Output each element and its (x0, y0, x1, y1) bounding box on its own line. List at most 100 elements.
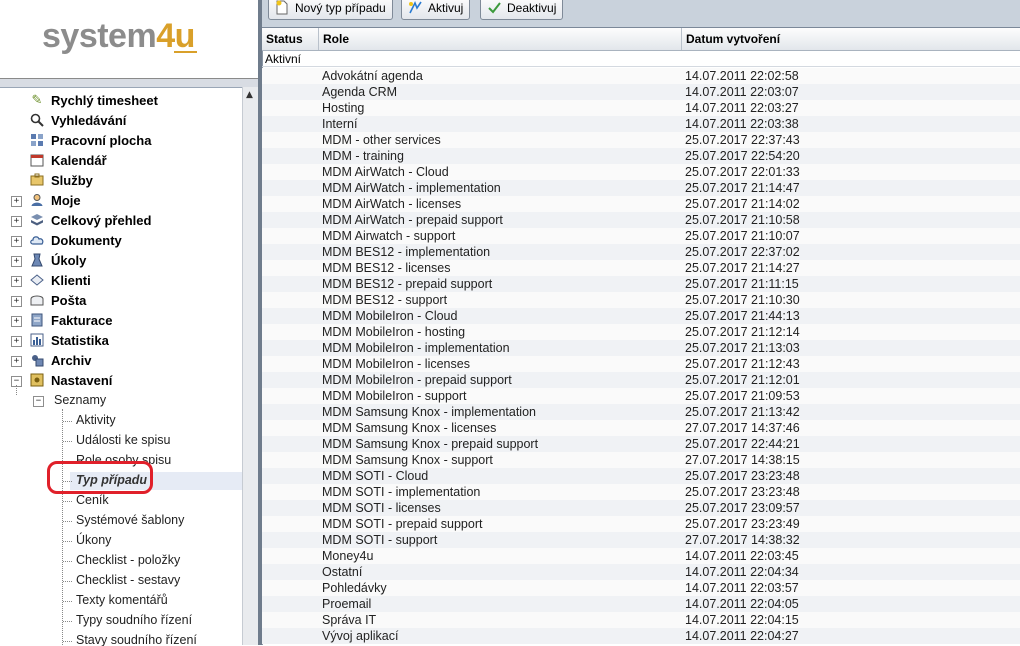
nav-item-ukoly[interactable]: + Úkoly (0, 251, 242, 271)
cell-role: MDM MobileIron - implementation (322, 341, 510, 355)
nav-item-label: Ceník (76, 493, 109, 507)
table-row[interactable]: MDM Samsung Knox - licenses 27.07.2017 14… (262, 420, 1020, 436)
nav-subitem-typy-soudniho-rizeni[interactable]: Typy soudního řízení (0, 611, 242, 631)
expand-icon[interactable]: + (11, 236, 22, 247)
nav-item-moje[interactable]: + Moje (0, 191, 242, 211)
table-row[interactable]: MDM MobileIron - licenses 25.07.2017 21:1… (262, 356, 1020, 372)
cell-date: 25.07.2017 22:37:43 (685, 133, 800, 147)
table-row[interactable]: MDM - training 25.07.2017 22:54:20 (262, 148, 1020, 164)
nav-item-nastaveni[interactable]: − Nastavení (0, 371, 242, 391)
table-row[interactable]: MDM Samsung Knox - prepaid support 25.07.… (262, 436, 1020, 452)
table-row[interactable]: Správa IT 14.07.2011 22:04:15 (262, 612, 1020, 628)
nav-subitem-checklist-sestavy[interactable]: Checklist - sestavy (0, 571, 242, 591)
expand-icon[interactable]: + (11, 196, 22, 207)
table-row[interactable]: Hosting 14.07.2011 22:03:27 (262, 100, 1020, 116)
activate-button[interactable]: Aktivuj (401, 0, 471, 20)
cell-role: MDM SOTI - support (322, 533, 438, 547)
nav-item-celkovy-prehled[interactable]: + Celkový přehled (0, 211, 242, 231)
expand-icon[interactable]: + (11, 316, 22, 327)
table-row[interactable]: MDM BES12 - support 25.07.2017 21:10:30 (262, 292, 1020, 308)
nav-item-label: Aktivity (76, 413, 116, 427)
cell-date: 14.07.2011 22:03:45 (685, 549, 799, 563)
nav-item-archiv[interactable]: + Archiv (0, 351, 242, 371)
table-row[interactable]: Money4u 14.07.2011 22:03:45 (262, 548, 1020, 564)
new-case-type-button[interactable]: Nový typ případu (268, 0, 393, 20)
table-row[interactable]: Pohledávky 14.07.2011 22:03:57 (262, 580, 1020, 596)
table-row[interactable]: MDM MobileIron - Cloud 25.07.2017 21:44:1… (262, 308, 1020, 324)
nav-item-klienti[interactable]: + Klienti (0, 271, 242, 291)
nav-subitem-udalosti-ke-spisu[interactable]: Události ke spisu (0, 431, 242, 451)
table-row[interactable]: MDM Samsung Knox - support 27.07.2017 14:… (262, 452, 1020, 468)
deactivate-button[interactable]: Deaktivuj (480, 0, 564, 20)
table-row[interactable]: MDM SOTI - support 27.07.2017 14:38:32 (262, 532, 1020, 548)
table-row[interactable]: MDM BES12 - licenses 25.07.2017 21:14:27 (262, 260, 1020, 276)
nav-subitem-aktivity[interactable]: Aktivity (0, 411, 242, 431)
expand-icon[interactable]: + (11, 296, 22, 307)
services-icon (29, 173, 45, 189)
table-row[interactable]: MDM AirWatch - prepaid support 25.07.2017… (262, 212, 1020, 228)
table-row[interactable]: MDM SOTI - prepaid support 25.07.2017 23:… (262, 516, 1020, 532)
table-row[interactable]: Ostatní 14.07.2011 22:04:34 (262, 564, 1020, 580)
nav-item-pracovni-plocha[interactable]: Pracovní plocha (0, 131, 242, 151)
tree-scrollbar[interactable]: ▲ (242, 87, 259, 645)
collapse-icon[interactable]: − (33, 396, 44, 407)
table-row[interactable]: MDM Airwatch - support 25.07.2017 21:10:0… (262, 228, 1020, 244)
table-row[interactable]: MDM AirWatch - Cloud 25.07.2017 22:01:33 (262, 164, 1020, 180)
table-row[interactable]: MDM MobileIron - support 25.07.2017 21:09… (262, 388, 1020, 404)
grid-rows: Advokátní agenda 14.07.2011 22:02:58 Agend… (262, 68, 1020, 644)
table-row[interactable]: MDM AirWatch - licenses 25.07.2017 21:14:… (262, 196, 1020, 212)
cell-date: 25.07.2017 21:10:58 (685, 213, 800, 227)
table-row[interactable]: MDM Samsung Knox - implementation 25.07.2… (262, 404, 1020, 420)
expand-icon[interactable]: + (11, 336, 22, 347)
cell-date: 14.07.2011 22:04:05 (685, 597, 799, 611)
table-row[interactable]: Proemail 14.07.2011 22:04:05 (262, 596, 1020, 612)
nav-subitem-systemove-sablony[interactable]: Systémové šablony (0, 511, 242, 531)
nav-item-sluzby[interactable]: Služby (0, 171, 242, 191)
table-row[interactable]: MDM BES12 - implementation 25.07.2017 22:… (262, 244, 1020, 260)
column-header-role[interactable]: Role (319, 28, 682, 50)
nav-item-seznamy[interactable]: − Seznamy (0, 391, 242, 411)
table-row[interactable]: MDM MobileIron - hosting 25.07.2017 21:12… (262, 324, 1020, 340)
nav-item-kalendar[interactable]: Kalendář (0, 151, 242, 171)
nav-subitem-stavy-soudniho-rizeni[interactable]: Stavy soudního řízení (0, 631, 242, 646)
table-row[interactable]: MDM MobileIron - implementation 25.07.201… (262, 340, 1020, 356)
nav-item-dokumenty[interactable]: + Dokumenty (0, 231, 242, 251)
cell-date: 25.07.2017 21:11:15 (685, 277, 799, 291)
cell-role: Hosting (322, 101, 365, 115)
expand-icon[interactable]: + (11, 276, 22, 287)
nav-subitem-ukony[interactable]: Úkony (0, 531, 242, 551)
group-row-aktivni[interactable]: Aktivní (262, 51, 1020, 67)
expand-icon[interactable]: + (11, 356, 22, 367)
table-row[interactable]: MDM SOTI - licenses 25.07.2017 23:09:57 (262, 500, 1020, 516)
cell-date: 25.07.2017 21:14:47 (685, 181, 800, 195)
column-header-status[interactable]: Status (262, 28, 319, 50)
table-row[interactable]: MDM MobileIron - prepaid support 25.07.20… (262, 372, 1020, 388)
expand-icon[interactable]: + (11, 256, 22, 267)
nav-subitem-cenik[interactable]: Ceník (0, 491, 242, 511)
toolbar: Nový typ případu Aktivuj Deaktivuj (262, 0, 1020, 28)
nav-item-rychly-timesheet[interactable]: ✎ Rychlý timesheet (0, 91, 242, 111)
nav-item-posta[interactable]: + Pošta (0, 291, 242, 311)
table-row[interactable]: MDM SOTI - Cloud 25.07.2017 23:23:48 (262, 468, 1020, 484)
table-row[interactable]: Interní 14.07.2011 22:03:38 (262, 116, 1020, 132)
table-row[interactable]: MDM SOTI - implementation 25.07.2017 23:2… (262, 484, 1020, 500)
nav-subitem-checklist-polozky[interactable]: Checklist - položky (0, 551, 242, 571)
table-row[interactable]: Advokátní agenda 14.07.2011 22:02:58 (262, 68, 1020, 84)
nav-item-vyhledavani[interactable]: Vyhledávání (0, 111, 242, 131)
nav-subitem-texty-komentaru[interactable]: Texty komentářů (0, 591, 242, 611)
table-row[interactable]: Vývoj aplikací 14.07.2011 22:04:27 (262, 628, 1020, 644)
cell-role: MDM - other services (322, 133, 441, 147)
cell-date: 25.07.2017 23:09:57 (685, 501, 800, 515)
scroll-up-icon[interactable]: ▲ (246, 90, 253, 100)
table-row[interactable]: MDM - other services 25.07.2017 22:37:43 (262, 132, 1020, 148)
nav-item-label: Fakturace (51, 313, 113, 328)
table-row[interactable]: MDM BES12 - prepaid support 25.07.2017 21… (262, 276, 1020, 292)
table-row[interactable]: Agenda CRM 14.07.2011 22:03:07 (262, 84, 1020, 100)
column-header-datum-vytvoreni[interactable]: Datum vytvoření (682, 28, 1020, 50)
cell-role: MDM Samsung Knox - implementation (322, 405, 536, 419)
nav-item-statistika[interactable]: + Statistika (0, 331, 242, 351)
nav-item-fakturace[interactable]: + Fakturace (0, 311, 242, 331)
cell-role: Agenda CRM (322, 85, 398, 99)
expand-icon[interactable]: + (11, 216, 22, 227)
table-row[interactable]: MDM AirWatch - implementation 25.07.2017 … (262, 180, 1020, 196)
